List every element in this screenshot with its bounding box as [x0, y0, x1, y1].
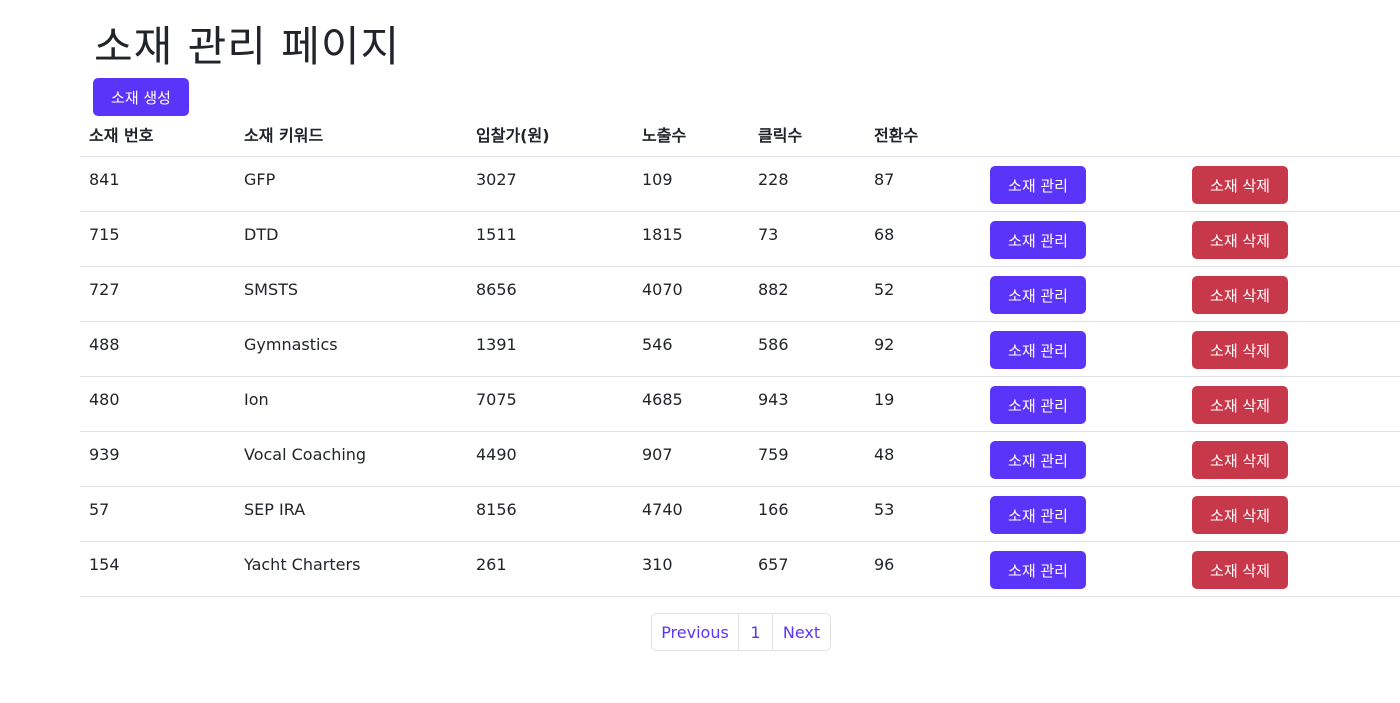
table-row: 480 Ion 7075 4685 943 19 소재 관리 소재 삭제: [80, 377, 1400, 432]
cell-material-id: 939: [89, 445, 120, 464]
table-body: 841 GFP 3027 109 228 87 소재 관리 소재 삭제 715 DTD 1511 18…: [80, 157, 1400, 597]
cell-material-id: 480: [89, 390, 120, 409]
cell-material-id: 57: [89, 500, 110, 519]
cell-conversions: 52: [874, 280, 895, 299]
delete-material-button[interactable]: 소재 삭제: [1192, 386, 1288, 424]
pagination: Previous 1 Next: [651, 613, 831, 651]
delete-material-button[interactable]: 소재 삭제: [1192, 331, 1288, 369]
cell-keyword: Vocal Coaching: [244, 445, 367, 464]
cell-bid-price: 7075: [476, 390, 517, 409]
cell-conversions: 19: [874, 390, 895, 409]
delete-material-button[interactable]: 소재 삭제: [1192, 221, 1288, 259]
header-bid-price: 입찰가(원): [476, 126, 550, 145]
manage-material-button[interactable]: 소재 관리: [990, 331, 1086, 369]
cell-impressions: 4685: [642, 390, 683, 409]
cell-material-id: 841: [89, 170, 120, 189]
cell-bid-price: 8656: [476, 280, 517, 299]
cell-conversions: 68: [874, 225, 895, 244]
cell-conversions: 48: [874, 445, 895, 464]
cell-clicks: 882: [758, 280, 789, 299]
cell-conversions: 87: [874, 170, 895, 189]
header-impressions: 노출수: [642, 126, 687, 145]
manage-material-button[interactable]: 소재 관리: [990, 276, 1086, 314]
cell-impressions: 4070: [642, 280, 683, 299]
cell-bid-price: 1511: [476, 225, 517, 244]
cell-bid-price: 3027: [476, 170, 517, 189]
pagination-page-1[interactable]: 1: [738, 614, 772, 650]
delete-material-button[interactable]: 소재 삭제: [1192, 166, 1288, 204]
cell-material-id: 727: [89, 280, 120, 299]
header-conversions: 전환수: [874, 126, 919, 145]
cell-keyword: DTD: [244, 225, 279, 244]
cell-bid-price: 1391: [476, 335, 517, 354]
cell-conversions: 53: [874, 500, 895, 519]
cell-impressions: 907: [642, 445, 673, 464]
cell-impressions: 4740: [642, 500, 683, 519]
cell-keyword: Yacht Charters: [244, 555, 361, 574]
table-row: 727 SMSTS 8656 4070 882 52 소재 관리 소재 삭제: [80, 267, 1400, 322]
table-row: 715 DTD 1511 1815 73 68 소재 관리 소재 삭제: [80, 212, 1400, 267]
cell-material-id: 715: [89, 225, 120, 244]
cell-impressions: 546: [642, 335, 673, 354]
cell-clicks: 759: [758, 445, 789, 464]
page-title: 소재 관리 페이지: [94, 22, 401, 71]
manage-material-button[interactable]: 소재 관리: [990, 551, 1086, 589]
header-material-id: 소재 번호: [89, 126, 154, 145]
cell-material-id: 154: [89, 555, 120, 574]
cell-bid-price: 261: [476, 555, 507, 574]
table-row: 939 Vocal Coaching 4490 907 759 48 소재 관리 소재 삭제: [80, 432, 1400, 487]
cell-keyword: GFP: [244, 170, 276, 189]
pagination-previous[interactable]: Previous: [652, 614, 738, 650]
delete-material-button[interactable]: 소재 삭제: [1192, 496, 1288, 534]
header-keyword: 소재 키워드: [244, 126, 324, 145]
cell-clicks: 73: [758, 225, 779, 244]
cell-clicks: 166: [758, 500, 789, 519]
cell-bid-price: 8156: [476, 500, 517, 519]
cell-keyword: Gymnastics: [244, 335, 338, 354]
cell-impressions: 1815: [642, 225, 683, 244]
delete-material-button[interactable]: 소재 삭제: [1192, 276, 1288, 314]
create-material-button[interactable]: 소재 생성: [93, 78, 189, 116]
cell-clicks: 586: [758, 335, 789, 354]
cell-bid-price: 4490: [476, 445, 517, 464]
pagination-next[interactable]: Next: [772, 614, 830, 650]
cell-clicks: 228: [758, 170, 789, 189]
table-row: 57 SEP IRA 8156 4740 166 53 소재 관리 소재 삭제: [80, 487, 1400, 542]
cell-clicks: 657: [758, 555, 789, 574]
manage-material-button[interactable]: 소재 관리: [990, 441, 1086, 479]
cell-material-id: 488: [89, 335, 120, 354]
cell-keyword: Ion: [244, 390, 269, 409]
cell-impressions: 310: [642, 555, 673, 574]
manage-material-button[interactable]: 소재 관리: [990, 166, 1086, 204]
manage-material-button[interactable]: 소재 관리: [990, 386, 1086, 424]
manage-material-button[interactable]: 소재 관리: [990, 496, 1086, 534]
cell-clicks: 943: [758, 390, 789, 409]
cell-impressions: 109: [642, 170, 673, 189]
delete-material-button[interactable]: 소재 삭제: [1192, 441, 1288, 479]
cell-keyword: SEP IRA: [244, 500, 306, 519]
delete-material-button[interactable]: 소재 삭제: [1192, 551, 1288, 589]
cell-conversions: 96: [874, 555, 895, 574]
table-row: 154 Yacht Charters 261 310 657 96 소재 관리 소재 삭제: [80, 542, 1400, 597]
table-header-row: 소재 번호 소재 키워드 입찰가(원) 노출수 클릭수 전환수: [80, 114, 1400, 157]
materials-table: 소재 번호 소재 키워드 입찰가(원) 노출수 클릭수 전환수 841 GFP 30…: [80, 114, 1400, 597]
cell-keyword: SMSTS: [244, 280, 299, 299]
manage-material-button[interactable]: 소재 관리: [990, 221, 1086, 259]
cell-conversions: 92: [874, 335, 895, 354]
table-row: 841 GFP 3027 109 228 87 소재 관리 소재 삭제: [80, 157, 1400, 212]
table-row: 488 Gymnastics 1391 546 586 92 소재 관리 소재 삭제: [80, 322, 1400, 377]
header-clicks: 클릭수: [758, 126, 803, 145]
